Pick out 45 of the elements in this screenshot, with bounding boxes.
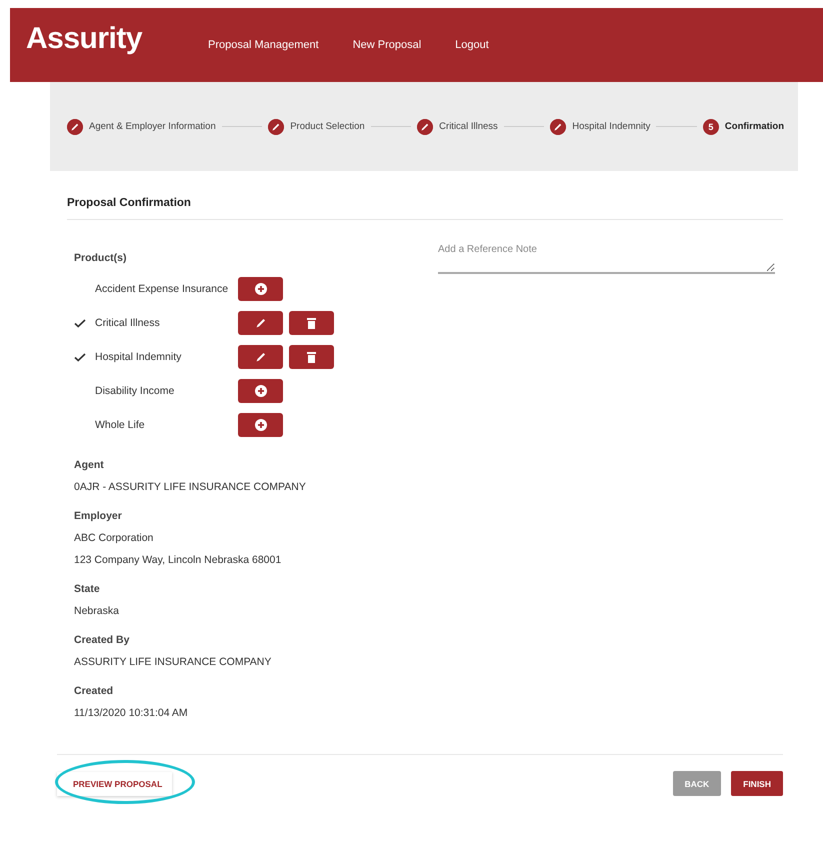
step-label[interactable]: Critical Illness [439,121,498,132]
plus-circle-icon [254,419,266,431]
product-name: Whole Life [95,419,146,431]
product-name: Disability Income [95,385,176,397]
detail-label: Created [74,685,114,697]
product-name: Critical Illness [95,317,161,329]
trash-icon [307,318,316,328]
finish-button[interactable]: FINISH [731,771,783,796]
detail-value: 123 Company Way, Lincoln Nebraska 68001 [74,554,282,566]
delete-button[interactable] [289,345,334,369]
detail-value: 0AJR - ASSURITY LIFE INSURANCE COMPANY [74,481,307,493]
logo: Assurity [26,22,144,56]
edit-button[interactable] [238,345,283,369]
detail-label: Created By [74,634,130,646]
detail-label: State [74,583,101,595]
plus-circle-icon [254,283,266,295]
nav-link[interactable]: Logout [455,39,489,51]
detail-value: ABC Corporation [74,532,154,544]
detail-value: 11/13/2020 10:31:04 AM [74,707,189,719]
products-label: Product(s) [74,252,128,264]
detail-value: ASSURITY LIFE INSURANCE COMPANY [74,656,272,668]
trash-icon [307,352,316,362]
pencil-icon [256,352,266,362]
detail-label: Agent [74,459,105,471]
edit-button[interactable] [238,311,283,335]
add-button[interactable] [238,413,283,437]
section-title: Proposal Confirmation [67,171,783,220]
add-button[interactable] [238,379,283,403]
delete-button[interactable] [289,311,334,335]
step-label[interactable]: Product Selection [290,121,365,132]
add-button[interactable] [238,277,283,301]
plus-circle-icon [254,385,266,397]
nav-link[interactable]: Proposal Management [208,39,319,51]
pencil-icon [256,318,266,328]
nav-link[interactable]: New Proposal [352,39,422,51]
step-label[interactable]: Hospital Indemnity [572,121,650,132]
detail-label: Employer [74,510,123,522]
step-label[interactable]: Confirmation [724,121,784,132]
step-label[interactable]: Agent & Employer Information [89,121,216,132]
reference-note-field[interactable]: Add a Reference Note [438,244,775,274]
detail-value: Nebraska [74,605,120,617]
preview-proposal-button[interactable]: PREVIEW PROPOSAL [57,772,172,796]
product-name: Hospital Indemnity [95,351,182,363]
product-name: Accident Expense Insurance [95,283,230,295]
step-number: 5 [702,118,719,134]
